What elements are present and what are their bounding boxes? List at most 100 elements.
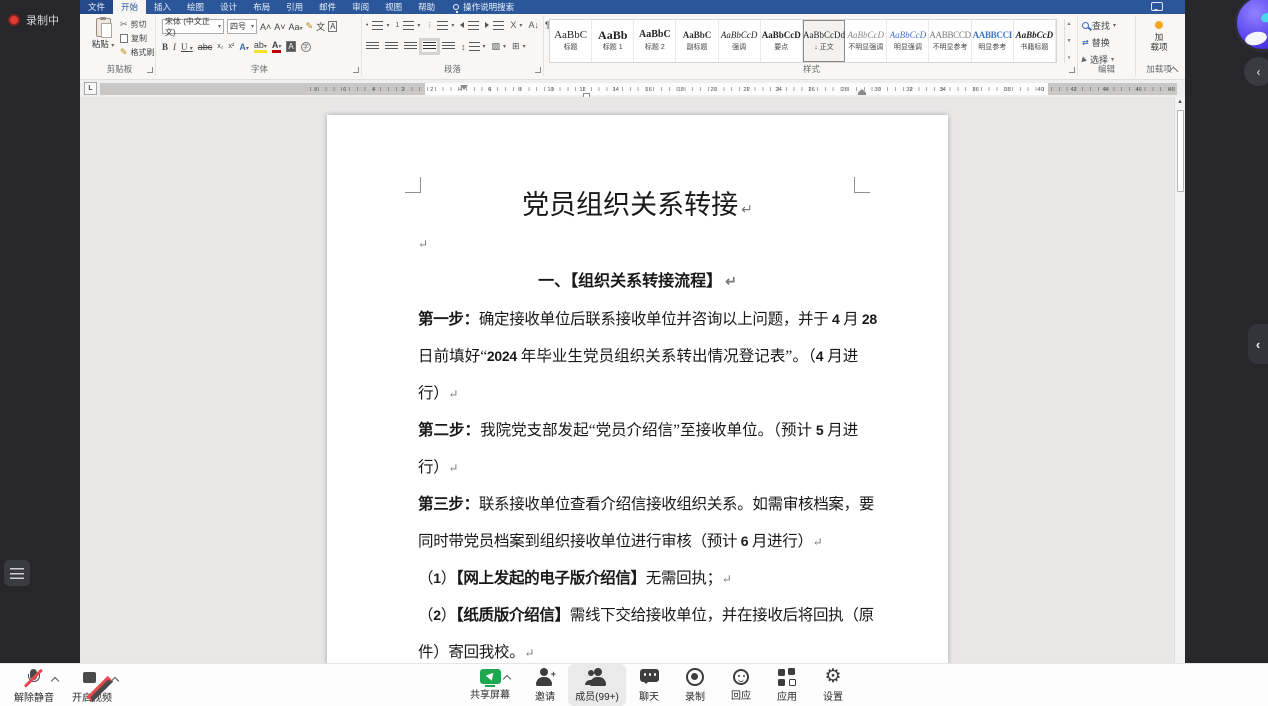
copy-button[interactable]: 复制 xyxy=(120,33,155,44)
共享屏幕-button[interactable]: 共享屏幕 xyxy=(458,664,522,706)
control-label: 回应 xyxy=(731,687,751,702)
replace-button[interactable]: ⇄替换 xyxy=(1082,36,1116,49)
cjk-layout-button[interactable]: X▾ xyxy=(510,20,522,30)
style-书籍标题[interactable]: AaBbCcD书籍标题 xyxy=(1014,20,1056,62)
start-video-button[interactable]: 开启视频 xyxy=(64,664,120,704)
text-effects-button[interactable]: A▾ xyxy=(239,42,249,52)
ruby-guide-button[interactable]: 文 xyxy=(316,20,325,33)
style-明显强调[interactable]: AaBbCcD明显强调 xyxy=(887,20,929,62)
document-title: 党员组织关系转接↵ xyxy=(327,181,948,233)
control-label: 录制 xyxy=(685,688,705,703)
panel-collapse-button[interactable]: ‹ xyxy=(1244,57,1268,86)
italic-button[interactable]: I xyxy=(173,42,176,52)
paragraph-dialog-launcher[interactable] xyxy=(535,67,541,73)
distribute-button[interactable] xyxy=(442,42,455,51)
text-run: 【网上发起的电子版介绍信】 xyxy=(456,570,646,587)
ribbon-tab-绘图[interactable]: 绘图 xyxy=(179,0,212,14)
find-button[interactable]: 查找▾ xyxy=(1082,19,1116,32)
录制-button[interactable]: 录制 xyxy=(672,664,718,706)
char-border-button[interactable]: A xyxy=(328,21,337,32)
ribbon-tab-设计[interactable]: 设计 xyxy=(212,0,245,14)
style-标题 2[interactable]: AaBbC标题 2 xyxy=(634,20,676,62)
ribbon-tab-邮件[interactable]: 邮件 xyxy=(311,0,344,14)
ruler-band[interactable]: 8642246810121416182022242628303234363840… xyxy=(100,83,1177,95)
ribbon-tab-开始[interactable]: 开始 xyxy=(113,0,146,14)
document-text-line: 第三步：联系接收单位查看介绍信接收组织关系。如需审核档案，要 xyxy=(418,486,858,523)
style-副标题[interactable]: AaBbC副标题 xyxy=(676,20,718,62)
first-line-indent-marker[interactable] xyxy=(460,85,468,90)
styles-dialog-launcher[interactable] xyxy=(1069,67,1075,73)
sort-button[interactable]: A↓ xyxy=(528,20,539,30)
ribbon-tab-引用[interactable]: 引用 xyxy=(278,0,311,14)
回应-button[interactable]: 回应 xyxy=(718,664,764,706)
bullets-button[interactable]: •▾ xyxy=(366,21,389,30)
unmute-button[interactable]: 解除静音 xyxy=(8,664,60,704)
ribbon-tab-审阅[interactable]: 审阅 xyxy=(344,0,377,14)
share-options-chevron-icon[interactable] xyxy=(503,675,511,683)
underline-button[interactable]: U ▾ xyxy=(181,42,193,52)
style-强调[interactable]: AaBbCcD强调 xyxy=(719,20,761,62)
font-size-combo[interactable]: 四号▾ xyxy=(227,19,257,34)
font-color-button[interactable]: A▾ xyxy=(272,40,282,53)
bold-button[interactable]: B xyxy=(162,42,168,52)
line-spacing-button[interactable]: ↕▾ xyxy=(461,42,486,52)
style-要点[interactable]: AaBbCcD要点 xyxy=(761,20,803,62)
vertical-scrollbar[interactable]: ▲ xyxy=(1174,97,1185,663)
应用-button[interactable]: 应用 xyxy=(764,664,810,706)
addins-button[interactable]: 加 载项 xyxy=(1136,19,1182,52)
align-center-button[interactable] xyxy=(385,42,398,51)
ribbon-tab-布局[interactable]: 布局 xyxy=(245,0,278,14)
justify-button[interactable] xyxy=(423,42,436,51)
enclose-char-button[interactable]: 字 xyxy=(301,42,311,52)
聊天-button[interactable]: 聊天 xyxy=(626,664,672,706)
clipboard-dialog-launcher[interactable] xyxy=(147,67,153,73)
clear-format-icon[interactable] xyxy=(306,21,314,32)
comments-icon[interactable] xyxy=(1151,2,1163,11)
subscript-button[interactable]: x₂ xyxy=(217,43,223,50)
font-name-combo[interactable]: 宋体 (中文正文)▾ xyxy=(162,19,224,34)
scroll-up-icon[interactable]: ▲ xyxy=(1175,99,1185,105)
align-left-button[interactable] xyxy=(366,42,379,51)
style-标题 1[interactable]: AaBb标题 1 xyxy=(592,20,634,62)
document-text-line: 第一步：确定接收单位后联系接收单位并咨询以上问题，并于 4 月 28 xyxy=(418,301,858,338)
decrease-indent-button[interactable] xyxy=(460,21,479,30)
设置-button[interactable]: ⚙设置 xyxy=(810,664,856,706)
increase-indent-button[interactable] xyxy=(485,21,504,30)
ribbon-tab-视图[interactable]: 视图 xyxy=(377,0,410,14)
style-不明显强调[interactable]: AaBbCcD不明显强调 xyxy=(845,20,887,62)
change-case-button[interactable]: Aa▾ xyxy=(289,22,303,32)
shading-button[interactable]: ▨▾ xyxy=(492,41,507,52)
numbering-button[interactable]: 1▾ xyxy=(395,21,420,30)
成员(99+)-button[interactable]: 成员(99+) xyxy=(568,664,626,706)
grow-font-button[interactable]: A˄ xyxy=(260,22,271,32)
cut-button[interactable]: 剪切 xyxy=(120,19,155,30)
char-shading-button[interactable]: A xyxy=(286,41,295,52)
align-right-button[interactable] xyxy=(404,42,417,51)
style-不明显参考[interactable]: AABBCCD不明显参考 xyxy=(929,20,971,62)
shrink-font-button[interactable]: A˅ xyxy=(274,22,285,32)
tell-me-search[interactable]: 操作说明搜索 xyxy=(453,0,514,14)
styles-gallery-scroll[interactable]: ▲▼▾ xyxy=(1064,19,1073,63)
邀请-button[interactable]: +邀请 xyxy=(522,664,568,706)
style-明显参考[interactable]: AABBCCI明显参考 xyxy=(972,20,1014,62)
format-painter-button[interactable]: 格式刷 xyxy=(120,47,155,58)
ribbon-tab-帮助[interactable]: 帮助 xyxy=(410,0,443,14)
style-↓ 正文[interactable]: AaBbCcDd↓ 正文 xyxy=(803,20,845,62)
strikethrough-button[interactable]: abc xyxy=(198,42,213,52)
highlight-color-button[interactable]: ab▾ xyxy=(254,40,267,53)
ribbon-tab-文件[interactable]: 文件 xyxy=(80,0,113,14)
ribbon-tab-插入[interactable]: 插入 xyxy=(146,0,179,14)
multilevel-list-button[interactable]: ⋮▾ xyxy=(426,21,454,30)
scrollbar-thumb[interactable] xyxy=(1177,110,1184,192)
style-标题[interactable]: AaBbC标题 xyxy=(550,20,592,62)
paste-button[interactable]: 粘贴 ▾ xyxy=(88,18,118,50)
font-dialog-launcher[interactable] xyxy=(353,67,359,73)
document-page[interactable]: 党员组织关系转接↵ ↵ 一、【组织关系转接流程】↵ 第一步：确定接收单位后联系接… xyxy=(327,115,948,663)
borders-button[interactable]: ⊞▾ xyxy=(512,41,526,52)
mic-options-chevron-icon[interactable] xyxy=(51,677,59,685)
style-sample: AaBb xyxy=(598,30,627,40)
agenda-list-button[interactable] xyxy=(4,560,30,586)
tab-stop-selector[interactable]: L xyxy=(84,82,97,95)
superscript-button[interactable]: x² xyxy=(229,43,235,50)
sidebar-expand-tab[interactable]: ‹ xyxy=(1248,324,1268,364)
